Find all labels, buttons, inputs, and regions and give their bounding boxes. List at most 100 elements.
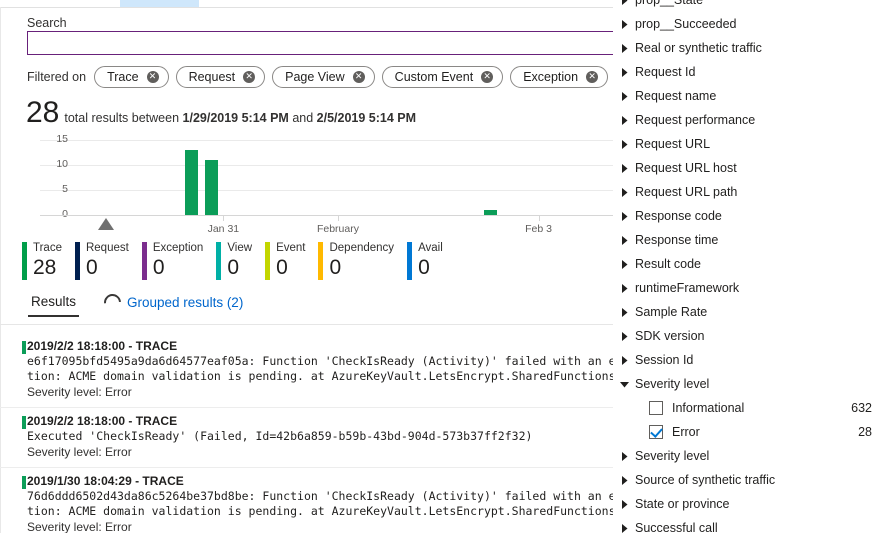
result-message-line: 76d6ddd6502d43da86c5264be37bd8be: Functi…	[27, 489, 613, 503]
close-icon[interactable]: ✕	[586, 71, 599, 83]
chevron-right-icon[interactable]	[613, 0, 635, 5]
facet-group-response-time[interactable]: Response time	[613, 228, 886, 252]
legend-item-label: Trace	[33, 242, 62, 254]
search-input[interactable]	[28, 32, 613, 54]
chevron-right-icon[interactable]	[613, 91, 635, 101]
chevron-right-icon[interactable]	[613, 307, 635, 317]
chevron-right-icon[interactable]	[613, 211, 635, 221]
tab-results[interactable]: Results	[28, 294, 80, 317]
chart-bar[interactable]	[184, 150, 198, 215]
facet-value-checkbox[interactable]	[649, 401, 663, 415]
filter-chip[interactable]: Exception ✕	[510, 66, 609, 88]
chevron-right-icon[interactable]	[613, 523, 635, 533]
chevron-right-icon[interactable]	[613, 355, 635, 365]
facet-group-source-of-synthetic-traffic[interactable]: Source of synthetic traffic	[613, 468, 886, 492]
facet-group-label: Request URL path	[635, 185, 738, 199]
filter-chip[interactable]: Trace ✕	[94, 66, 169, 88]
facet-group-request-url-host[interactable]: Request URL host	[613, 156, 886, 180]
chevron-right-icon[interactable]	[613, 115, 635, 125]
facet-group-runtimeframework[interactable]: runtimeFramework	[613, 276, 886, 300]
result-message-line: e6f17095bfd5495a9da6d64577eaf05a: Functi…	[27, 354, 613, 368]
legend-item-value: 0	[418, 256, 430, 279]
results-timeline-chart[interactable]: 0 5 10 15 Jan 31 February Feb 3	[20, 130, 613, 235]
facet-group-request-url-path[interactable]: Request URL path	[613, 180, 886, 204]
legend-item[interactable]: Trace 28	[22, 242, 62, 280]
legend-item[interactable]: Event 0	[265, 242, 305, 280]
result-message-line: tion: ACME domain validation is pending.…	[27, 504, 613, 518]
chevron-right-icon[interactable]	[613, 67, 635, 77]
facet-group-label: State or province	[635, 497, 730, 511]
chart-bar[interactable]	[205, 160, 219, 215]
facet-group-session-id[interactable]: Session Id	[613, 348, 886, 372]
chevron-right-icon[interactable]	[613, 451, 635, 461]
chevron-right-icon[interactable]	[613, 19, 635, 29]
facet-group-sdk-version[interactable]: SDK version	[613, 324, 886, 348]
facet-group-prop-state[interactable]: prop__State	[613, 0, 886, 12]
chevron-right-icon[interactable]	[613, 139, 635, 149]
legend-item-value: 0	[227, 256, 240, 279]
facet-group-request-name[interactable]: Request name	[613, 84, 886, 108]
legend-item[interactable]: Avail 0	[407, 242, 443, 280]
facet-group-label: Severity level	[635, 449, 710, 463]
chart-x-tick-label: Jan 31	[207, 223, 240, 235]
facet-group-request-performance[interactable]: Request performance	[613, 108, 886, 132]
chevron-right-icon[interactable]	[613, 475, 635, 485]
facet-group-label: Request URL	[635, 137, 711, 151]
facet-group-request-url[interactable]: Request URL	[613, 132, 886, 156]
top-tab-strip	[0, 0, 613, 8]
legend-item-label: Request	[85, 242, 129, 254]
facet-value-row[interactable]: Informational 632	[613, 396, 886, 420]
facet-value-count: 632	[851, 401, 872, 415]
close-icon[interactable]: ✕	[146, 71, 159, 83]
chevron-right-icon[interactable]	[613, 331, 635, 341]
legend-item[interactable]: Request 0	[74, 242, 129, 280]
filter-chip[interactable]: Request ✕	[175, 66, 266, 88]
result-row[interactable]: 2019/2/2 18:18:00 - TRACE e6f17095bfd5495…	[0, 333, 613, 408]
results-list[interactable]: 2019/2/2 18:18:00 - TRACE e6f17095bfd5495…	[0, 333, 613, 533]
chevron-right-icon[interactable]	[613, 43, 635, 53]
facet-group-successful-call[interactable]: Successful call	[613, 516, 886, 533]
chevron-right-icon[interactable]	[613, 283, 635, 293]
summary-start-date: 1/29/2019 5:14 PM	[182, 111, 289, 125]
chevron-right-icon[interactable]	[613, 499, 635, 509]
result-timestamp: 2019/2/2 18:18:00 - TRACE	[27, 339, 178, 353]
chart-x-tick-label: February	[316, 223, 359, 235]
chevron-right-icon[interactable]	[613, 187, 635, 197]
close-icon[interactable]: ✕	[481, 71, 494, 83]
result-row[interactable]: 2019/2/2 18:18:00 - TRACE Executed 'Check…	[0, 408, 613, 468]
facet-group-sample-rate[interactable]: Sample Rate	[613, 300, 886, 324]
chevron-right-icon[interactable]	[613, 235, 635, 245]
facet-group-response-code[interactable]: Response code	[613, 204, 886, 228]
legend-item[interactable]: Exception 0	[141, 242, 203, 280]
chevron-right-icon[interactable]	[613, 163, 635, 173]
legend-item[interactable]: View 0	[216, 242, 252, 280]
facet-group-result-code[interactable]: Result code	[613, 252, 886, 276]
filter-chip[interactable]: Custom Event ✕	[381, 66, 504, 88]
active-tab-highlight[interactable]	[120, 0, 199, 7]
close-icon[interactable]: ✕	[352, 71, 365, 83]
facet-group-severity-level[interactable]: Severity level	[613, 372, 886, 396]
facet-value-checkbox[interactable]	[649, 425, 663, 439]
facet-value-row[interactable]: Error 28	[613, 420, 886, 444]
chevron-down-icon[interactable]	[613, 380, 635, 389]
filter-chip-label: Trace	[107, 70, 139, 84]
facet-group-severity-level[interactable]: Severity level	[613, 444, 886, 468]
result-row[interactable]: 2019/1/30 18:04:29 - TRACE 76d6ddd6502d43…	[0, 468, 613, 533]
legend-item-value: 0	[276, 256, 288, 279]
facet-value-label: Informational	[672, 401, 745, 415]
search-input-wrapper[interactable]	[27, 31, 613, 55]
legend-item[interactable]: Dependency 0	[318, 242, 394, 280]
close-icon[interactable]: ✕	[243, 71, 256, 83]
time-range-marker-icon[interactable]	[98, 218, 114, 230]
chart-x-tick-mark	[538, 216, 540, 221]
tab-grouped-results[interactable]: Grouped results (2)	[100, 290, 246, 317]
facet-group-prop-succeeded[interactable]: prop__Succeeded	[613, 12, 886, 36]
chevron-right-icon[interactable]	[613, 259, 635, 269]
facet-group-state-or-province[interactable]: State or province	[613, 492, 886, 516]
filter-chip[interactable]: Page View ✕	[272, 66, 375, 88]
results-tabs: Results Grouped results (2)	[28, 290, 268, 317]
facet-value-count: 28	[858, 425, 872, 439]
facet-filter-pane[interactable]: prop__State prop__Succeeded Real or synthe…	[613, 0, 886, 533]
facet-group-real-or-synthetic-traffic[interactable]: Real or synthetic traffic	[613, 36, 886, 60]
facet-group-request-id[interactable]: Request Id	[613, 60, 886, 84]
